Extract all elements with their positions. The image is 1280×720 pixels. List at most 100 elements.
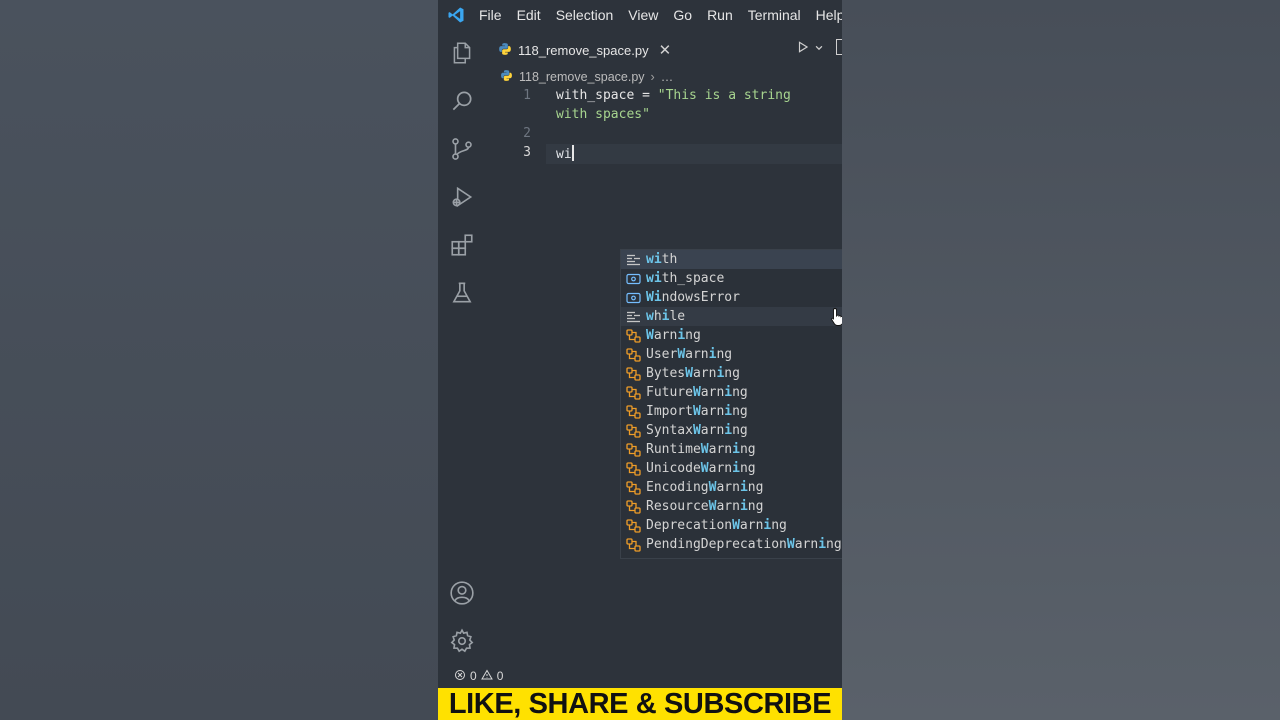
python-file-icon [500,69,513,85]
suggestion-label: DeprecationWarning [646,518,787,533]
suggestion-item[interactable]: while [621,307,842,326]
suggestion-item[interactable]: FutureWarning [621,383,842,402]
right-backdrop [842,0,1280,720]
error-count: 0 [470,669,477,683]
run-debug-icon[interactable] [449,184,475,210]
suggestion-label: SyntaxWarning [646,423,748,438]
menu-run[interactable]: Run [707,7,733,23]
suggestion-item[interactable]: UnicodeWarning [621,459,842,478]
suggestion-item[interactable]: BytesWarning [621,364,842,383]
code-token: with_space = [556,88,658,103]
breadcrumb-symbols[interactable]: … [661,70,674,84]
suggestion-label: BytesWarning [646,366,740,381]
run-python-file-icon[interactable] [796,40,810,57]
run-actions [796,39,842,57]
menu-file[interactable]: File [479,7,502,23]
suggestion-label: with [646,252,678,267]
line-number: 3 [523,145,531,160]
code-token: wi [556,147,572,162]
editor-tab-bar: 118_remove_space.py ✕ [486,30,842,67]
vscode-window: File Edit Selection View Go Run Terminal… [438,0,842,720]
subscribe-banner: LIKE, SHARE & SUBSCRIBE [438,688,842,720]
warning-count: 0 [496,669,504,683]
menu-terminal[interactable]: Terminal [748,7,801,23]
breadcrumb: 118_remove_space.py › … [500,68,673,86]
suggestion-label: Warning [646,328,701,343]
suggestion-item[interactable]: with_space [621,269,842,288]
tab-label: 118_remove_space.py [518,42,649,58]
suggest-widget: with with_space WindowsError while Warning Us… [620,249,842,559]
vscode-logo-icon [447,6,465,24]
line-number: 2 [523,126,531,141]
suggestion-item[interactable]: PendingDeprecationWarning [621,535,842,554]
menu-help[interactable]: Help [816,7,842,23]
status-bar: 0 0 [438,664,842,688]
suggestion-item[interactable]: DeprecationWarning [621,516,842,535]
problems-indicator[interactable]: 0 0 [454,669,507,684]
menu-bar: File Edit Selection View Go Run Terminal… [438,0,842,30]
variable-icon [625,272,641,286]
suggestion-item[interactable]: RuntimeWarning [621,440,842,459]
code-line-3: wi [556,145,574,162]
left-backdrop [0,0,438,720]
chevron-down-icon[interactable] [814,42,824,56]
keyword-icon [625,310,641,324]
text-cursor [571,145,574,161]
suggestion-item[interactable]: SyntaxWarning [621,421,842,440]
breadcrumb-file[interactable]: 118_remove_space.py [519,70,645,84]
suggestion-label: UserWarning [646,347,733,362]
current-line-highlight [546,144,842,164]
suggestion-item[interactable]: UserWarning [621,345,842,364]
suggestion-item[interactable]: EncodingWarning [621,478,842,497]
class-icon [625,499,641,514]
source-control-icon[interactable] [449,136,475,162]
class-icon [625,423,641,438]
code-line-1: with_space = "This is a string [556,88,791,103]
activity-bar [438,30,486,664]
menu-selection[interactable]: Selection [556,7,614,23]
menu-edit[interactable]: Edit [517,7,541,23]
extensions-icon[interactable] [449,232,475,258]
testing-flask-icon[interactable] [449,280,475,306]
warning-icon [480,669,493,684]
suggestion-label: EncodingWarning [646,480,764,495]
suggestion-label: RuntimeWarning [646,442,756,457]
variable-icon [625,291,641,305]
tab-118-remove-space[interactable]: 118_remove_space.py ✕ [486,32,672,67]
split-editor-icon[interactable] [836,39,842,55]
suggestion-label: WindowsError [646,290,740,305]
keyword-icon [625,253,641,267]
class-icon [625,366,641,381]
accounts-icon[interactable] [449,580,475,606]
suggestion-label: PendingDeprecationWarning [646,537,842,552]
code-editor[interactable]: 1 with_space = "This is a string with sp… [486,86,842,664]
manage-gear-icon[interactable] [449,628,475,654]
hand-pointer-icon [831,308,842,326]
explorer-files-icon[interactable] [449,40,475,66]
class-icon [625,385,641,400]
suggestion-item[interactable]: ImportWarning [621,402,842,421]
suggestion-item[interactable]: Warning [621,326,842,345]
class-icon [625,404,641,419]
suggestion-label: with_space [646,271,725,286]
suggestion-label: ResourceWarning [646,499,764,514]
banner-text: LIKE, SHARE & SUBSCRIBE [448,687,832,720]
string-token: "This is a string [657,88,791,103]
class-icon [625,347,641,362]
menu-go[interactable]: Go [673,7,692,23]
python-file-icon [498,42,512,59]
suggestion-label: UnicodeWarning [646,461,756,476]
error-icon [454,669,466,684]
class-icon [625,328,641,343]
suggestion-item[interactable]: ResourceWarning [621,497,842,516]
class-icon [625,537,641,552]
menu-view[interactable]: View [628,7,658,23]
search-icon[interactable] [449,88,475,114]
code-line-1-wrap: with spaces" [556,107,650,122]
close-tab-icon[interactable]: ✕ [659,41,672,59]
suggestion-item[interactable]: with [621,250,842,269]
class-icon [625,442,641,457]
class-icon [625,518,641,533]
suggestion-item[interactable]: WindowsError [621,288,842,307]
suggestion-label: while [646,309,686,324]
